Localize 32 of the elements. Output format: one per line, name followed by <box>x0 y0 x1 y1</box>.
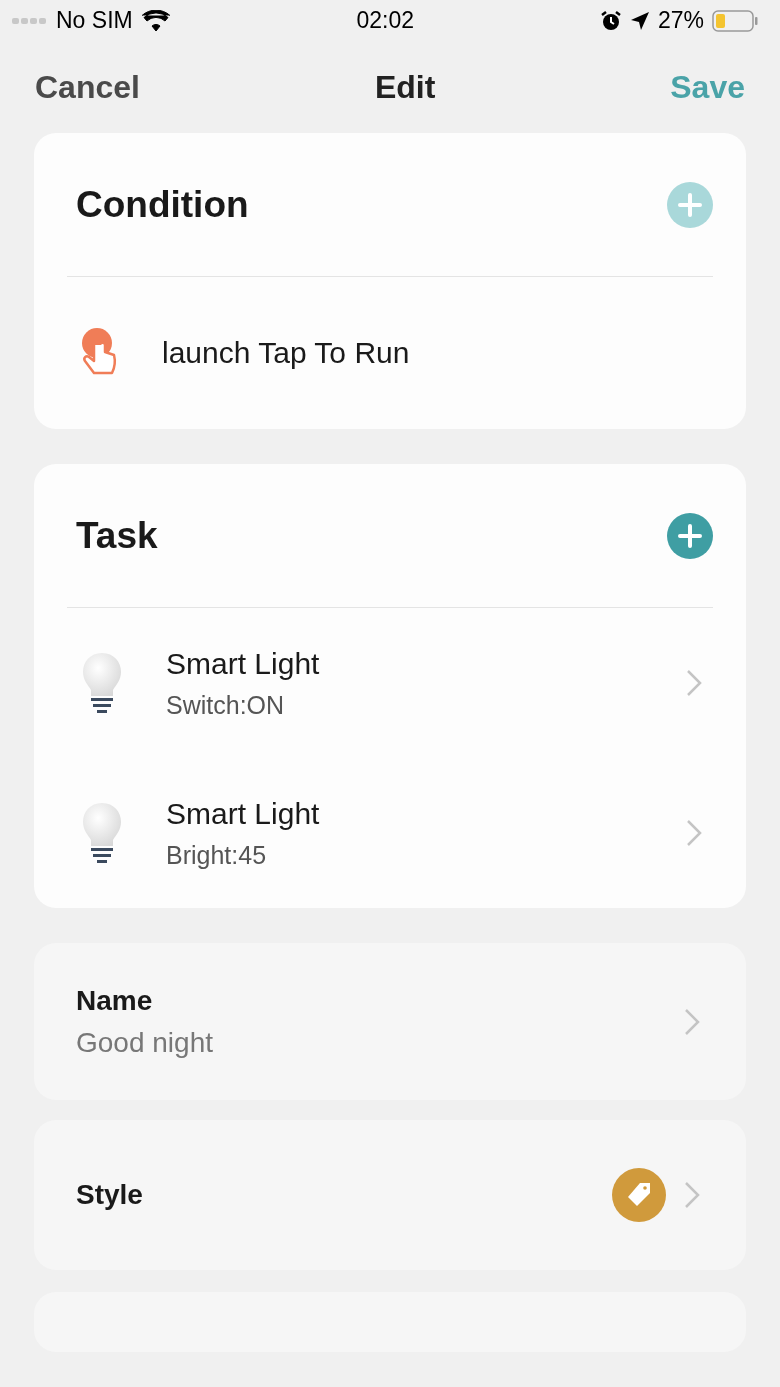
task-detail: Switch:ON <box>166 690 286 720</box>
setting-label: Style <box>76 1179 144 1212</box>
carrier-name: No SIM <box>56 7 133 35</box>
add-button[interactable] <box>667 512 713 559</box>
chevron-icon <box>684 1181 700 1210</box>
device-name: Smart Light <box>166 796 321 831</box>
location-arrow-icon <box>629 10 650 31</box>
plus-icon <box>678 523 702 548</box>
section-title: Task <box>76 514 158 557</box>
plus-icon <box>678 192 702 217</box>
style-card[interactable]: Style <box>34 1120 746 1271</box>
light-bulb-icon <box>80 651 124 716</box>
battery-percent: 27% <box>657 7 704 35</box>
section-title: Condition <box>76 183 249 226</box>
name-card[interactable]: Name Good night <box>34 943 746 1101</box>
chevron-icon <box>686 819 702 848</box>
tag-icon <box>612 1168 666 1223</box>
status-time: 02:02 <box>356 7 415 35</box>
light-bulb-icon <box>80 801 124 866</box>
condition-label: launch Tap To Run <box>162 336 410 371</box>
device-name: Smart Light <box>166 646 321 681</box>
chevron-icon <box>684 1007 700 1036</box>
battery-icon <box>712 9 758 32</box>
chevron-icon <box>686 669 702 698</box>
setting-value: Good night <box>76 1026 214 1059</box>
signal-icon <box>12 16 48 25</box>
wifi-icon <box>140 9 171 32</box>
task-detail: Bright:45 <box>166 840 268 870</box>
alarm-icon <box>599 9 622 32</box>
cancel-button[interactable]: Cancel <box>35 69 140 107</box>
setting-label: Name <box>76 984 154 1017</box>
page-title: Edit <box>374 69 436 107</box>
